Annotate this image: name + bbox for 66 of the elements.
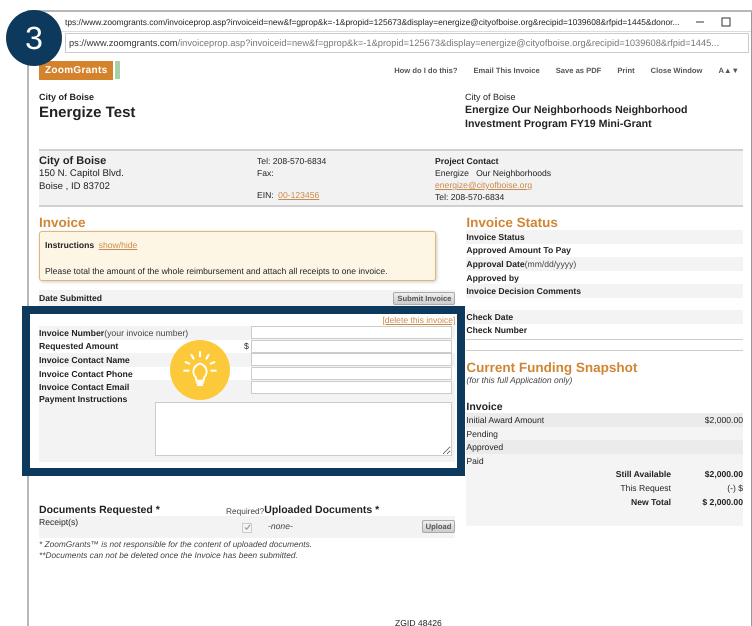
field-label: Requested Amount (39, 341, 120, 352)
zgid-text: ZGID 48426 (395, 618, 442, 626)
status-label: Invoice Decision Comments (466, 285, 582, 298)
snapshot-section-title: Invoice (466, 401, 743, 414)
column-heading: Documents Requested * (39, 504, 161, 516)
address-line: 150 N. Capitol Blvd. (39, 167, 125, 180)
contact-phone: Tel: 208-570-6834 (435, 191, 506, 203)
snapshot-subtitle: (for this full Application only) (466, 375, 574, 386)
address-bar[interactable]: ps://www.zoomgrants.com/invoiceprop.asp?invoiceid=new&f=gprop&k=-1&propid=125673&display=energize@cityofboise.org&recipid=1039608&rfpid=1445... (65, 33, 749, 53)
address-line: Boise , ID 83702 (39, 180, 111, 193)
field-label: Invoice Contact Phone (39, 368, 134, 379)
input-field[interactable] (251, 367, 452, 380)
amount-label: Paid (466, 454, 484, 467)
organization-name: City of Boise (39, 92, 96, 102)
field-label: Invoice Contact Name (39, 354, 131, 365)
program-organization: City of Boise (465, 92, 517, 102)
amount-label: Initial Award Amount (466, 414, 544, 426)
contact-heading: Project Contact (435, 155, 500, 167)
logo-strip-icon (115, 61, 120, 79)
contact-name: Energize Our Neighborhoods (435, 167, 552, 179)
input-field[interactable] (251, 340, 452, 353)
logo: ZoomGrants (39, 60, 114, 80)
window-title: tps://www.zoomgrants.com/invoiceprop.asp?invoiceid=new&f=gprop&k=-1&propid=125673&display=energize@cityofboise.org&recipid=1039608&rfpid=1445&donor... (65, 16, 680, 26)
status-label: Approved Amount To Pay (466, 244, 571, 256)
program-title: Energize Our Neighborhoods Neighborhood Investment Program FY19 Mini-Grant (465, 103, 688, 131)
status-label: Approved by (466, 272, 519, 284)
amount-value: $2,000.00 (704, 414, 743, 426)
total-label: This Request (619, 482, 671, 494)
status-label: Check Number (466, 324, 528, 336)
proposal-title: Energize Test (39, 104, 136, 121)
footnote: * ZoomGrants™ is not responsible for the content of uploaded documents. (39, 538, 314, 549)
column-heading: Uploaded Documents * (264, 504, 380, 516)
total-label: New Total (630, 496, 671, 508)
total-label: Still Available (614, 468, 671, 480)
status-label: Check Date (466, 310, 514, 323)
fax-text: Fax: (257, 167, 275, 179)
text-area[interactable] (155, 402, 452, 456)
section-heading: Invoice Status (466, 215, 559, 230)
field-label: Invoice Contact Email (39, 382, 130, 392)
status-label: Invoice Status (466, 230, 525, 243)
maximize-icon[interactable] (721, 16, 732, 26)
amount-label: Pending (466, 428, 498, 440)
input-field[interactable] (251, 353, 452, 366)
input-field[interactable] (251, 380, 452, 394)
field-label: Invoice Number(your invoice number) (39, 328, 190, 338)
amount-label: Approved (466, 441, 504, 454)
total-value: (-) $ (726, 482, 743, 494)
field-label: Date Submitted (39, 292, 102, 304)
applicant-name: City of Boise (39, 155, 108, 167)
instructions-label: Instructions (45, 240, 94, 250)
status-label: Approval Date(mm/dd/yyyy) (466, 258, 576, 270)
field-label: Payment Instructions (39, 394, 128, 404)
section-heading: Invoice (39, 215, 87, 230)
phone-text: Tel: 208-570-6834 (257, 155, 328, 167)
section-heading: Current Funding Snapshot (466, 360, 638, 376)
currency-sign: $ (244, 341, 249, 352)
step-badge: 3 (6, 10, 62, 66)
instructions-text: Please total the amount of the whole reimbursement and attach all receipts to one invoice. (45, 265, 389, 277)
ein-label: EIN: (257, 190, 274, 200)
column-heading: Required? (226, 506, 264, 516)
document-name: Receipt(s) (39, 516, 78, 528)
uploaded-file-text: -none- (268, 520, 293, 531)
total-value: $ 2,000.00 (701, 496, 743, 508)
footnote: **Documents can not be deleted once the Invoice has been submitted. (39, 550, 299, 560)
input-field[interactable] (251, 326, 452, 340)
total-value: $2,000.00 (704, 468, 743, 480)
